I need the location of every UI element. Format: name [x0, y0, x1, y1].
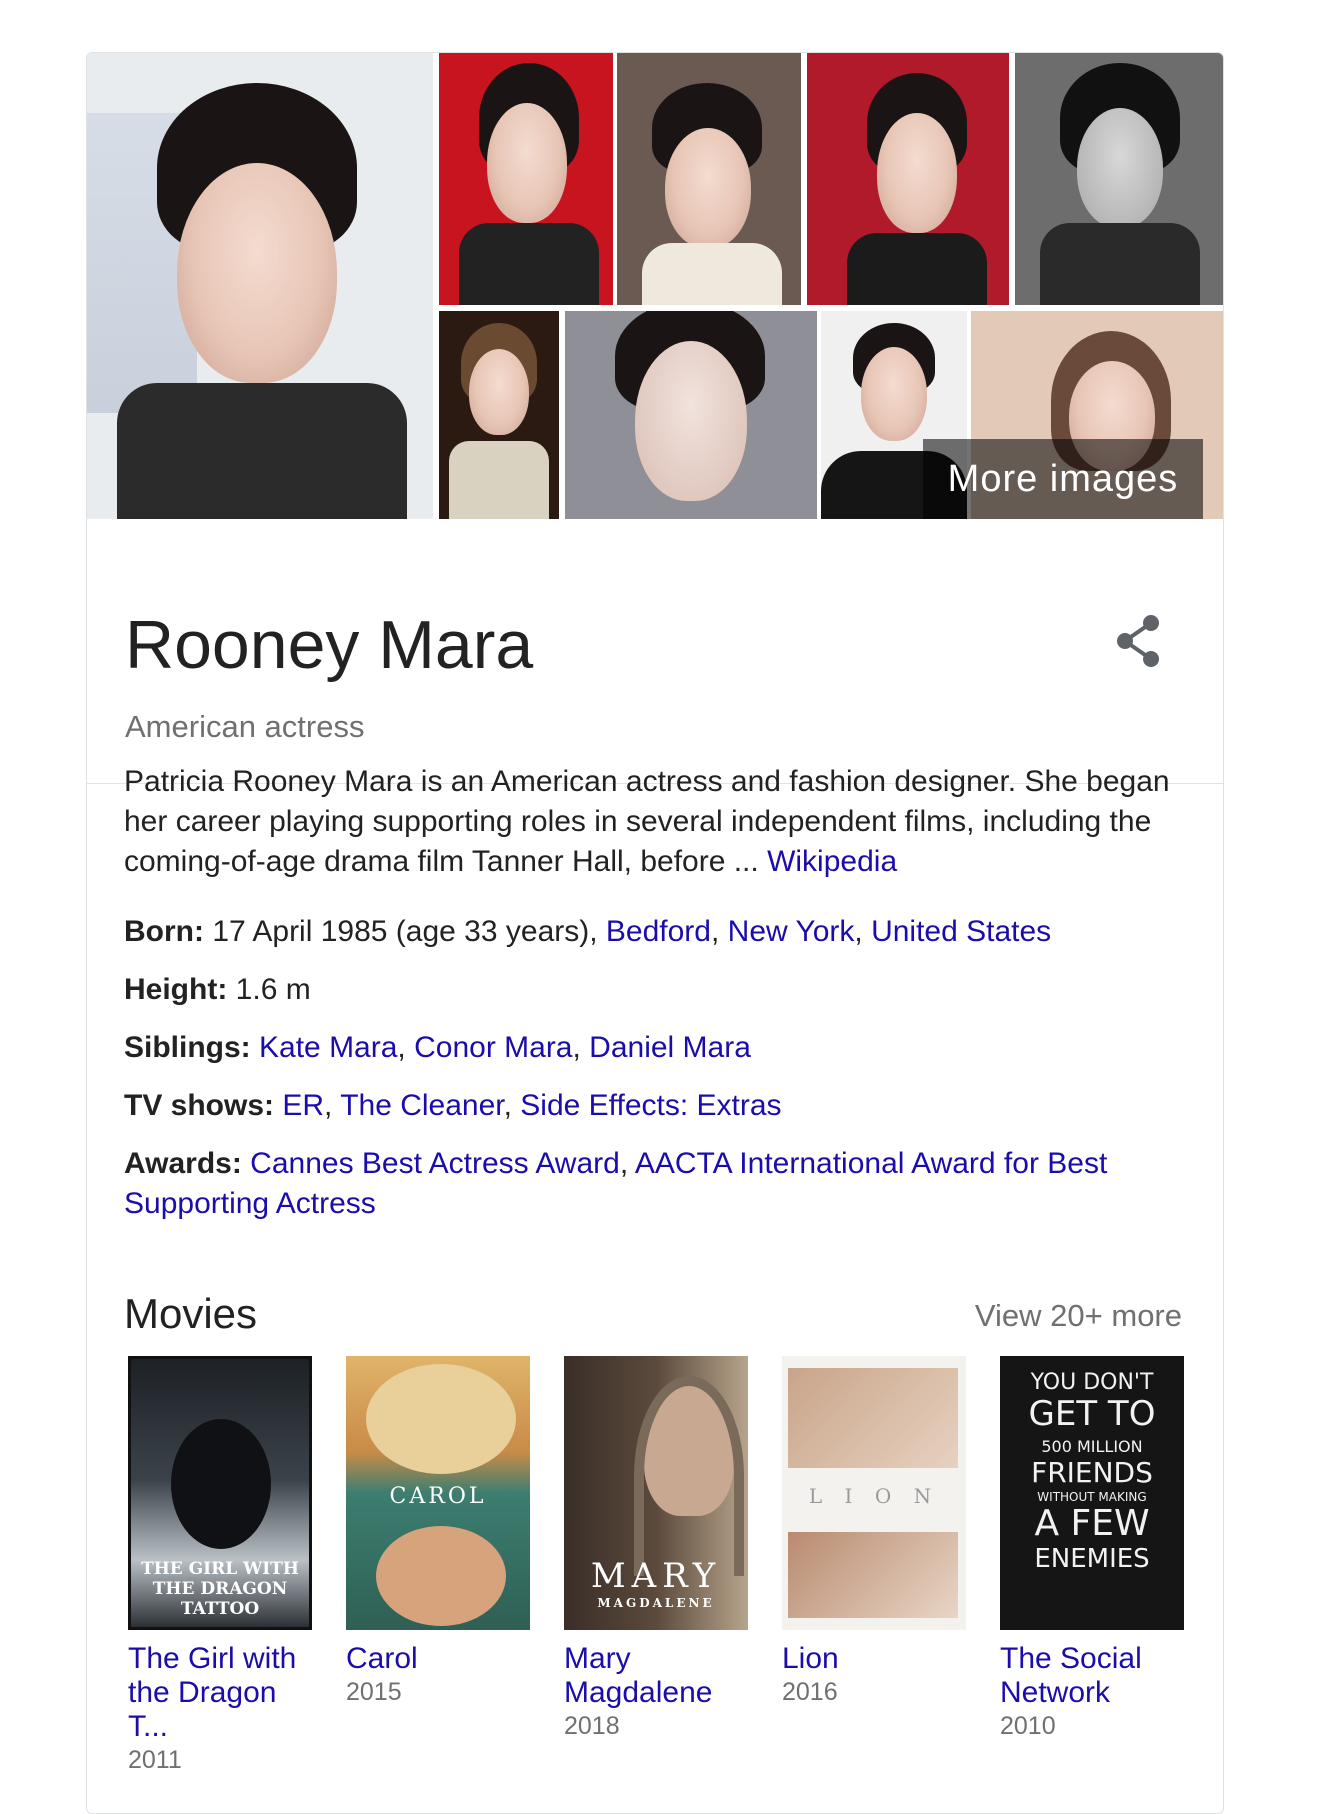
sibling-link-kate-mara[interactable]: Kate Mara — [259, 1031, 397, 1064]
entity-subtitle: American actress — [125, 709, 365, 744]
movie-poster-text: YOU DON'T GET TO 500 MILLION FRIENDS WIT… — [1000, 1370, 1184, 1574]
movie-title[interactable]: Carol — [346, 1642, 536, 1676]
movie-title[interactable]: Lion — [782, 1642, 972, 1676]
movie-item-girl-dragon-tattoo[interactable]: THE GIRL WITH THE DRAGON TATTOO The Girl… — [128, 1356, 318, 1775]
wikipedia-link[interactable]: Wikipedia — [767, 845, 897, 878]
movie-poster[interactable]: MARY MAGDALENE — [564, 1356, 748, 1630]
tv-show-link-side-effects[interactable]: Side Effects: Extras — [520, 1089, 781, 1122]
poster-line: ENEMIES — [1034, 1544, 1150, 1574]
movie-item-mary-magdalene[interactable]: MARY MAGDALENE Mary Magdalene 2018 — [564, 1356, 754, 1741]
height-value: 1.6 m — [235, 973, 311, 1006]
entity-header: Rooney Mara American actress — [87, 519, 1223, 784]
movie-poster[interactable]: CAROL — [346, 1356, 530, 1630]
born-place-link-bedford[interactable]: Bedford — [606, 915, 711, 948]
movie-title[interactable]: Mary Magdalene — [564, 1642, 754, 1710]
award-link-cannes[interactable]: Cannes Best Actress Award — [250, 1147, 620, 1180]
fact-tv-shows: TV shows: ER, The Cleaner, Side Effects:… — [124, 1089, 782, 1122]
movie-title[interactable]: The Social Network — [1000, 1642, 1190, 1710]
entity-description: Patricia Rooney Mara is an American actr… — [124, 762, 1174, 882]
poster-line: GET TO — [1028, 1394, 1156, 1434]
photo-3[interactable] — [617, 53, 801, 305]
more-images-button[interactable]: More images — [923, 439, 1203, 519]
tv-shows-label: TV shows: — [124, 1089, 275, 1122]
fact-height: Height: 1.6 m — [124, 970, 1184, 1010]
sibling-link-conor-mara[interactable]: Conor Mara — [414, 1031, 572, 1064]
born-place-link-united-states[interactable]: United States — [871, 915, 1051, 948]
movies-heading: Movies — [124, 1290, 258, 1337]
main-photo[interactable] — [87, 53, 433, 519]
photo-dress — [117, 383, 407, 519]
facts-list: Born: 17 April 1985 (age 33 years), Bedf… — [124, 912, 1184, 1224]
awards-label: Awards: — [124, 1147, 242, 1180]
movie-year: 2016 — [782, 1678, 838, 1706]
fact-awards: Awards: Cannes Best Actress Award, AACTA… — [124, 1147, 1108, 1220]
height-label: Height: — [124, 973, 228, 1006]
poster-line: WITHOUT MAKING — [1037, 1490, 1147, 1504]
fact-born: Born: 17 April 1985 (age 33 years), Bedf… — [124, 915, 1052, 948]
poster-line: 500 MILLION — [1041, 1437, 1143, 1456]
poster-line: A FEW — [1034, 1503, 1150, 1544]
share-icon[interactable] — [1113, 613, 1163, 669]
tv-show-link-the-cleaner[interactable]: The Cleaner — [340, 1089, 503, 1122]
tv-show-link-er[interactable]: ER — [282, 1089, 324, 1122]
movie-poster-text: MARY — [590, 1556, 722, 1596]
movie-poster[interactable]: THE GIRL WITH THE DRAGON TATTOO — [128, 1356, 312, 1630]
photo-2[interactable] — [439, 53, 613, 305]
image-gallery[interactable]: More images — [87, 53, 1223, 519]
born-place-link-new-york[interactable]: New York — [728, 915, 855, 948]
movie-year: 2011 — [128, 1746, 182, 1774]
photo-4[interactable] — [807, 53, 1009, 305]
fact-siblings: Siblings: Kate Mara, Conor Mara, Daniel … — [124, 1031, 751, 1064]
born-label: Born: — [124, 915, 204, 948]
movie-item-lion[interactable]: L I O N Lion 2016 — [782, 1356, 972, 1707]
movie-poster-subtext: MAGDALENE — [597, 1596, 715, 1610]
movie-title[interactable]: The Girl with the Dragon T... — [128, 1642, 318, 1744]
sibling-link-daniel-mara[interactable]: Daniel Mara — [589, 1031, 751, 1064]
photo-face — [177, 163, 337, 383]
photo-6[interactable] — [439, 311, 559, 519]
movie-year: 2015 — [346, 1678, 402, 1706]
movie-year: 2010 — [1000, 1712, 1056, 1740]
movie-poster-text: THE GIRL WITH THE DRAGON TATTOO — [141, 1559, 299, 1619]
movie-poster-text: L I O N — [808, 1484, 940, 1508]
photo-5[interactable] — [1015, 53, 1223, 305]
photo-7[interactable] — [565, 311, 817, 519]
movie-year: 2018 — [564, 1712, 620, 1740]
view-more-movies-link[interactable]: View 20+ more — [975, 1298, 1182, 1334]
movie-poster[interactable]: L I O N — [782, 1356, 966, 1630]
movie-item-social-network[interactable]: YOU DON'T GET TO 500 MILLION FRIENDS WIT… — [1000, 1356, 1190, 1741]
description-text: Patricia Rooney Mara is an American actr… — [124, 765, 1170, 878]
movie-poster-text: CAROL — [389, 1484, 487, 1509]
more-images-label: More images — [947, 457, 1179, 500]
movie-poster[interactable]: YOU DON'T GET TO 500 MILLION FRIENDS WIT… — [1000, 1356, 1184, 1630]
siblings-label: Siblings: — [124, 1031, 251, 1064]
poster-line: YOU DON'T — [1030, 1370, 1154, 1395]
born-value: 17 April 1985 (age 33 years), — [212, 915, 606, 948]
movie-item-carol[interactable]: CAROL Carol 2015 — [346, 1356, 536, 1707]
poster-line: FRIENDS — [1031, 1456, 1153, 1489]
entity-title: Rooney Mara — [125, 607, 534, 683]
